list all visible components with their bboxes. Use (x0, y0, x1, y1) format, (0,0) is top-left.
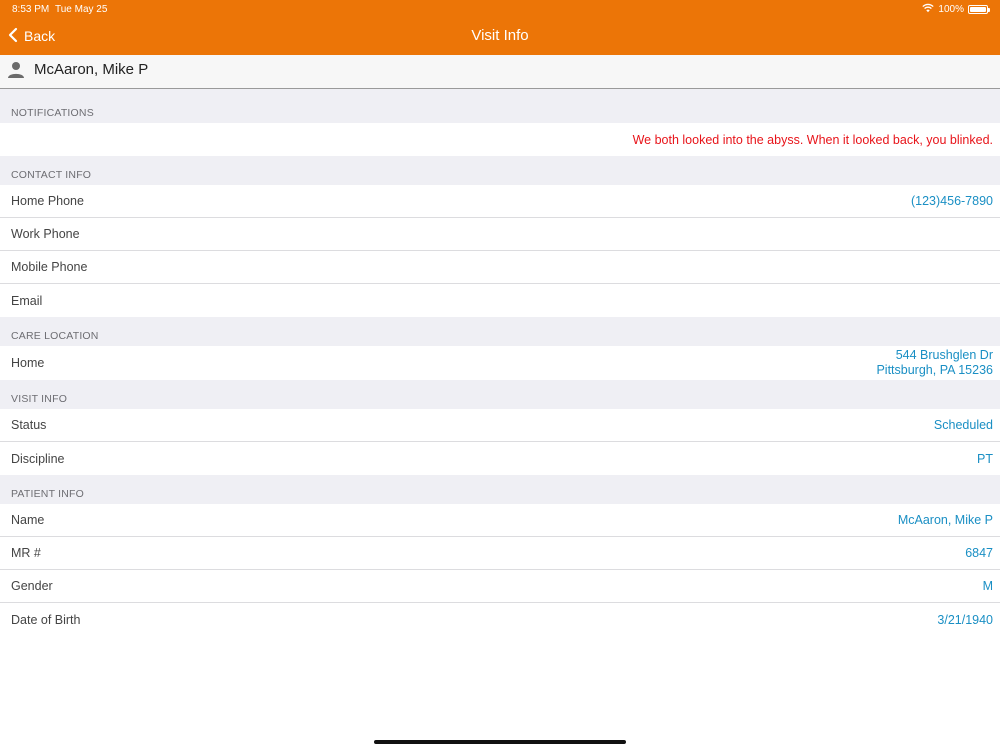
row-value[interactable]: (123)456-7890 (911, 194, 993, 208)
dob-value: 3/21/1940 (937, 612, 993, 627)
row-email[interactable]: Email (0, 284, 1000, 317)
battery-icon (968, 5, 990, 14)
row-label: Status (11, 418, 47, 432)
address-line-2: Pittsburgh, PA 15236 (876, 363, 993, 377)
row-care-location-home[interactable]: Home 544 Brushglen Dr Pittsburgh, PA 152… (0, 346, 1000, 380)
patient-name: McAaron, Mike P (34, 61, 149, 78)
nav-header: 8:53 PM Tue May 25 100% Back Visit Info (0, 0, 1000, 55)
battery-percent: 100% (938, 4, 964, 15)
gender-value: M (982, 579, 993, 593)
wifi-icon (922, 3, 935, 16)
row-name: Name McAaron, Mike P (0, 504, 1000, 537)
section-header-notifications: NOTIFICATIONS (0, 89, 1000, 123)
row-status: Status Scheduled (0, 409, 1000, 442)
section-header-contact-info: CONTACT INFO (0, 156, 1000, 185)
row-label: Home (11, 356, 45, 370)
row-label: Mobile Phone (11, 260, 88, 274)
notification-row: We both looked into the abyss. When it l… (0, 123, 1000, 156)
notification-message: We both looked into the abyss. When it l… (632, 132, 993, 147)
row-label: Home Phone (11, 194, 84, 208)
visit-info-list: NOTIFICATIONS We both looked into the ab… (0, 89, 1000, 636)
address-line-1: 544 Brushglen Dr (895, 348, 993, 362)
row-work-phone[interactable]: Work Phone (0, 218, 1000, 251)
row-home-phone[interactable]: Home Phone (123)456-7890 (0, 185, 1000, 218)
row-mobile-phone[interactable]: Mobile Phone (0, 251, 1000, 284)
section-header-visit-info: VISIT INFO (0, 380, 1000, 409)
row-date-of-birth: Date of Birth 3/21/1940 (0, 603, 1000, 636)
section-header-care-location: CARE LOCATION (0, 317, 1000, 346)
status-right: 100% (922, 3, 990, 16)
row-discipline: Discipline PT (0, 442, 1000, 475)
home-indicator[interactable] (374, 740, 626, 744)
row-gender: Gender M (0, 570, 1000, 603)
name-value: McAaron, Mike P (897, 513, 993, 527)
status-date: Tue May 25 (55, 4, 108, 15)
row-label: Work Phone (11, 227, 80, 241)
row-label: MR # (11, 546, 41, 560)
status-bar: 8:53 PM Tue May 25 100% (0, 0, 1000, 18)
address-value[interactable]: 544 Brushglen Dr Pittsburgh, PA 15236 (876, 348, 993, 378)
row-label: Gender (11, 579, 53, 593)
row-mr-number: MR # 6847 (0, 537, 1000, 570)
status-value: Scheduled (933, 418, 993, 432)
status-time: 8:53 PM (12, 4, 50, 15)
row-label: Discipline (11, 451, 65, 466)
row-label: Date of Birth (11, 612, 81, 627)
discipline-value: PT (977, 451, 993, 466)
section-header-patient-info: PATIENT INFO (0, 475, 1000, 504)
row-label: Name (11, 513, 45, 527)
row-label: Email (11, 293, 43, 308)
patient-bar: McAaron, Mike P (0, 55, 1000, 89)
page-title: Visit Info (471, 27, 529, 44)
person-icon (7, 61, 25, 84)
mr-number-value: 6847 (965, 546, 993, 560)
